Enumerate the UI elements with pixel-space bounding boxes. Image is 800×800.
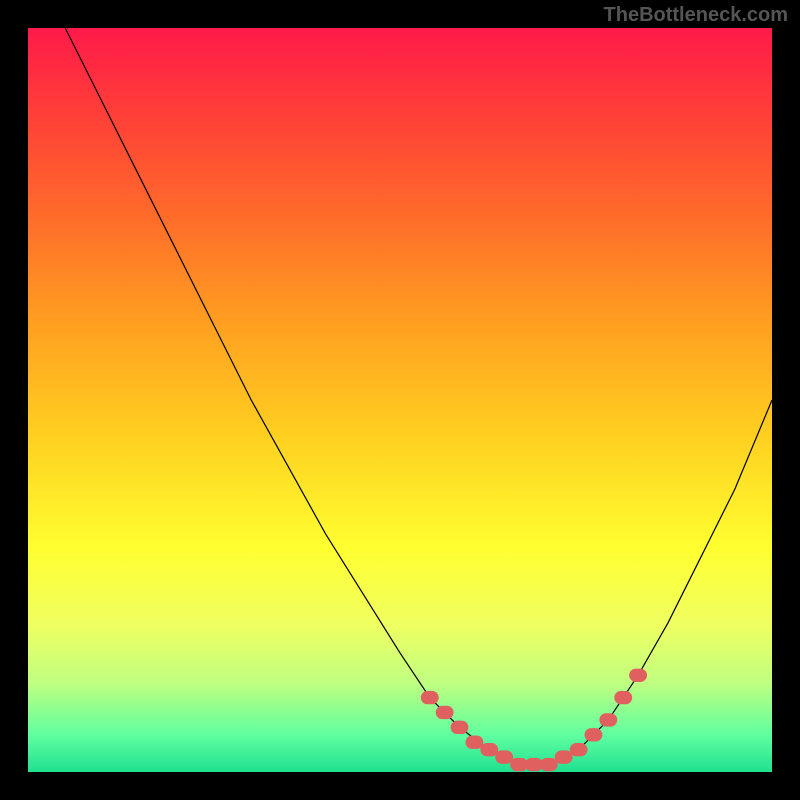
highlight-marker bbox=[495, 750, 513, 763]
highlight-marker bbox=[451, 721, 469, 734]
watermark: TheBottleneck.com bbox=[604, 4, 788, 27]
highlight-marker bbox=[570, 743, 588, 756]
bottleneck-curve bbox=[65, 28, 772, 765]
highlight-marker bbox=[480, 743, 498, 756]
chart-area bbox=[28, 28, 772, 772]
highlight-marker bbox=[436, 706, 454, 719]
highlight-marker bbox=[629, 669, 647, 682]
highlight-marker bbox=[555, 750, 573, 763]
highlight-markers bbox=[421, 669, 647, 772]
highlight-marker bbox=[465, 736, 483, 749]
highlight-marker bbox=[540, 758, 558, 771]
highlight-marker bbox=[599, 713, 617, 726]
chart-svg bbox=[28, 28, 772, 772]
highlight-marker bbox=[614, 691, 632, 704]
highlight-marker bbox=[585, 728, 603, 741]
highlight-marker bbox=[421, 691, 439, 704]
